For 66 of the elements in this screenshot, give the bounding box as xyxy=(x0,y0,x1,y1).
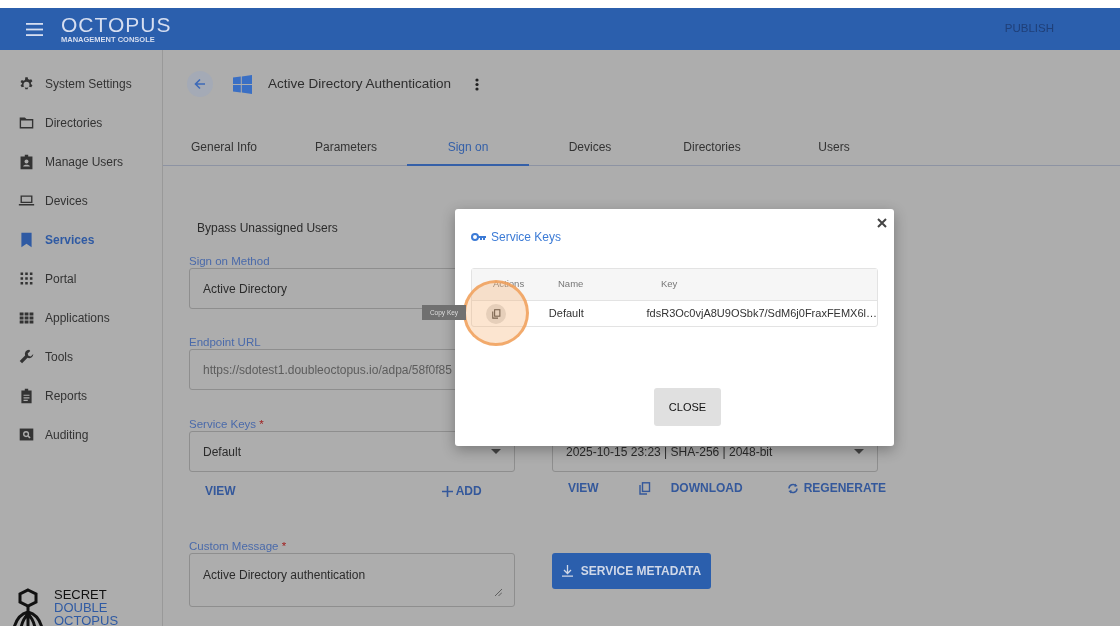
dropdown-caret-icon xyxy=(491,449,501,454)
link-button[interactable]: DOWNLOAD xyxy=(670,479,743,497)
tab[interactable]: Parameters xyxy=(285,130,407,166)
field-label: Endpoint URL xyxy=(189,335,262,349)
laptop-icon xyxy=(18,192,35,209)
tab[interactable]: Users xyxy=(773,130,895,166)
back-arrow-icon xyxy=(193,77,207,91)
dropdown-caret-icon xyxy=(854,449,864,454)
tab[interactable]: Devices xyxy=(529,130,651,166)
logo-text: DOUBLE xyxy=(54,601,109,614)
field-label: Custom Message * xyxy=(189,539,288,553)
logo-text: OCTOPUS xyxy=(54,614,119,626)
link-button[interactable]: VIEW xyxy=(568,479,599,497)
bypass-label: Bypass Unassigned Users xyxy=(196,220,338,237)
copy-icon xyxy=(491,308,501,319)
service-metadata-button[interactable]: SERVICE METADATA xyxy=(552,553,711,589)
download-icon xyxy=(561,565,573,577)
sidebar-item[interactable]: Manage Users xyxy=(0,142,162,181)
refresh-icon xyxy=(786,481,799,495)
sidebar-item[interactable]: System Settings xyxy=(0,64,162,103)
sidebar-item[interactable]: Directories xyxy=(0,103,162,142)
regenerate-button[interactable]: REGENERATE xyxy=(786,479,887,497)
sidebar-item[interactable]: Services xyxy=(0,220,162,259)
copy-icon xyxy=(638,481,651,495)
resize-handle-icon[interactable] xyxy=(495,589,502,596)
logo-text: SECRET xyxy=(54,588,108,601)
page-title: Active Directory Authentication xyxy=(268,74,452,93)
grid-icon xyxy=(18,270,35,287)
column-header: Key xyxy=(660,277,678,292)
column-header: Name xyxy=(557,277,585,292)
more-options-icon[interactable] xyxy=(475,77,480,91)
field-label: Sign on Method xyxy=(189,254,271,268)
plus-icon xyxy=(441,485,453,497)
tab[interactable]: General Info xyxy=(163,130,285,166)
table-cell-text: Default xyxy=(548,306,585,322)
copy-button[interactable] xyxy=(638,481,651,495)
sidebar-item[interactable]: Reports xyxy=(0,376,162,415)
field-label: Service Keys * xyxy=(189,417,265,431)
sidebar-item[interactable]: Applications xyxy=(0,298,162,337)
copy-key-button[interactable] xyxy=(486,303,506,324)
close-button[interactable]: CLOSE xyxy=(654,388,721,426)
menu-icon[interactable] xyxy=(26,22,43,36)
brand-name: OCTOPUS xyxy=(61,14,172,35)
custom-message-field[interactable]: Active Directory authentication xyxy=(189,553,515,607)
gear-icon xyxy=(18,75,35,92)
link-button[interactable]: VIEW xyxy=(205,482,236,500)
key-icon xyxy=(471,233,486,241)
dialog-title: Service Keys xyxy=(491,229,562,246)
service-keys-select[interactable]: Default xyxy=(189,431,515,472)
sidebar-item[interactable]: Devices xyxy=(0,181,162,220)
badge-icon xyxy=(18,153,35,170)
sidebar-item[interactable]: Tools xyxy=(0,337,162,376)
back-button[interactable] xyxy=(187,71,213,97)
bookmark-icon xyxy=(18,231,35,248)
apps-icon xyxy=(18,309,35,326)
windows-logo-icon xyxy=(233,74,252,94)
clipboard-icon xyxy=(18,387,35,404)
sidebar-item[interactable]: Auditing xyxy=(0,415,162,454)
table-cell-text: fdsR3Oc0vjA8U9OSbk7/SdM6j0FraxFEMX6l… xyxy=(646,306,877,322)
tab[interactable]: Directories xyxy=(651,130,773,166)
octopus-logo-icon xyxy=(12,588,44,626)
folder-icon xyxy=(18,114,35,131)
sidebar-item[interactable]: Portal xyxy=(0,259,162,298)
wrench-icon xyxy=(18,348,35,365)
search-icon xyxy=(18,426,35,443)
add-button[interactable]: ADD xyxy=(441,482,482,500)
